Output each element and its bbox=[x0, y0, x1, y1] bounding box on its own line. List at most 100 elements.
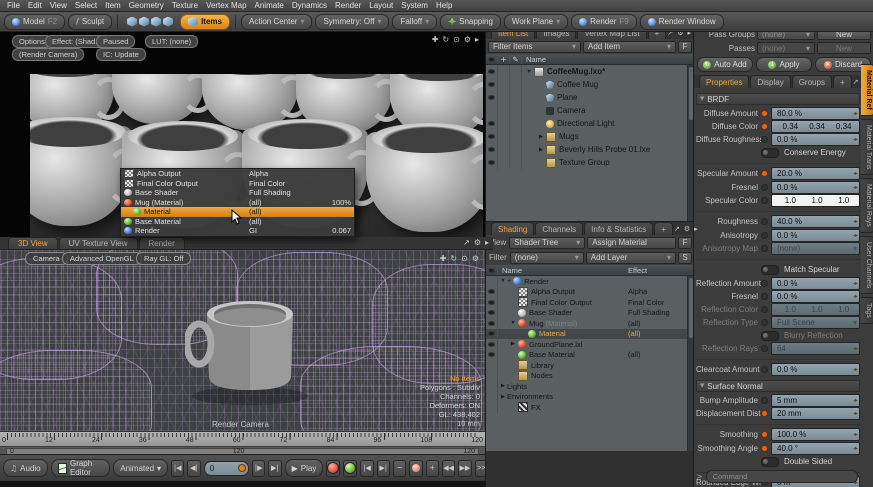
spinner-arrows-icon[interactable]: ◂▸ bbox=[853, 366, 857, 373]
visibility-cell[interactable] bbox=[486, 65, 498, 78]
eye-icon[interactable] bbox=[488, 121, 495, 126]
visibility-cell[interactable] bbox=[486, 318, 498, 329]
slider-field[interactable]: 0.0 %◂▸ bbox=[771, 133, 860, 146]
section-surface-normal[interactable]: ▼Surface Normal bbox=[696, 380, 860, 392]
spinner-arrows-icon[interactable]: ◂▸ bbox=[853, 345, 857, 352]
shader-row[interactable]: Final Color OutputFinal Color bbox=[486, 297, 694, 308]
expand-icon[interactable]: ↗ bbox=[853, 78, 859, 86]
item-row[interactable]: Camera bbox=[486, 104, 694, 117]
action-center-dropdown[interactable]: Action Center ▾ bbox=[241, 14, 312, 30]
graph-editor-button[interactable]: Graph Editor bbox=[51, 459, 111, 477]
spinner-arrows-icon[interactable]: ◂▸ bbox=[853, 293, 857, 300]
visibility-cell[interactable] bbox=[486, 360, 498, 371]
menu-item-layout[interactable]: Layout bbox=[365, 1, 397, 10]
dropdown-field[interactable]: Full Scene bbox=[771, 316, 860, 329]
vertices-mode-icon[interactable] bbox=[127, 17, 137, 27]
shader-row[interactable]: Base Material(all) bbox=[486, 350, 694, 361]
menu-item-system[interactable]: System bbox=[397, 1, 432, 10]
symmetry-dropdown[interactable]: Symmetry: Off ▾ bbox=[315, 14, 389, 30]
tab-shading[interactable]: Shading bbox=[491, 222, 534, 235]
menu-item-animate[interactable]: Animate bbox=[251, 1, 288, 10]
visibility-cell[interactable] bbox=[486, 339, 498, 350]
tab-display[interactable]: Display bbox=[750, 75, 790, 88]
tree-right-arrow[interactable]: ▶ bbox=[537, 134, 545, 140]
channel-state-dot[interactable] bbox=[761, 319, 768, 326]
eye-icon[interactable] bbox=[488, 321, 495, 326]
tree-right-arrow[interactable]: ▶ bbox=[537, 147, 545, 153]
curve-tool-button[interactable]: ~ bbox=[393, 460, 406, 477]
visibility-cell[interactable] bbox=[486, 381, 498, 392]
channel-state-dot[interactable] bbox=[761, 345, 768, 352]
eye-icon[interactable] bbox=[488, 310, 495, 315]
channel-state-dot[interactable] bbox=[761, 366, 768, 373]
tree-right-arrow[interactable]: ▶ bbox=[499, 383, 507, 389]
eye-icon[interactable] bbox=[488, 134, 495, 139]
visibility-cell[interactable] bbox=[486, 297, 498, 308]
rotate-icon[interactable]: ↻ bbox=[450, 254, 457, 263]
visibility-cell[interactable] bbox=[486, 91, 498, 104]
frame-drag-handle[interactable] bbox=[238, 464, 246, 472]
visibility-cell[interactable] bbox=[486, 329, 498, 340]
color-field[interactable]: 0.340.340.34 bbox=[771, 120, 860, 133]
preview-camera-dropdown[interactable]: (Render Camera) bbox=[12, 48, 84, 61]
menu-item-edit[interactable]: Edit bbox=[24, 1, 46, 10]
channel-state-dot[interactable] bbox=[761, 397, 768, 404]
checkbox-double-sided[interactable] bbox=[761, 457, 779, 467]
eye-icon[interactable] bbox=[488, 300, 495, 305]
visibility-cell[interactable] bbox=[486, 308, 498, 319]
pan-icon[interactable]: ✚ bbox=[440, 254, 447, 263]
side-tab-material-trans[interactable]: Material Trans bbox=[861, 119, 873, 175]
slider-field[interactable]: 20 mm◂▸ bbox=[771, 407, 860, 420]
polygons-mode-icon[interactable] bbox=[151, 17, 161, 27]
pan-icon[interactable]: ✚ bbox=[432, 35, 439, 44]
slider-field[interactable]: 0.0 %◂▸ bbox=[771, 181, 860, 194]
falloff-dropdown[interactable]: Falloff ▾ bbox=[392, 14, 437, 30]
channel-state-dot[interactable] bbox=[761, 445, 768, 452]
visibility-cell[interactable] bbox=[486, 78, 498, 91]
panel-arrow-icon[interactable]: ▸ bbox=[475, 35, 479, 44]
slider-field[interactable]: 0.0 %◂▸ bbox=[771, 290, 860, 303]
slider-field[interactable]: 0.0 %◂▸ bbox=[771, 229, 860, 242]
tree-right-arrow[interactable]: ▶ bbox=[509, 341, 517, 347]
eye-icon[interactable] bbox=[488, 82, 495, 87]
current-frame-field[interactable]: 0 bbox=[204, 461, 249, 476]
panel-arrow-icon[interactable]: ▸ bbox=[694, 225, 698, 233]
spinner-arrows-icon[interactable]: ◂▸ bbox=[853, 184, 857, 191]
channel-state-dot[interactable] bbox=[761, 431, 768, 438]
add-item-dropdown[interactable]: Add Item bbox=[583, 41, 676, 53]
slider-field[interactable]: 40.0 °◂▸ bbox=[771, 442, 860, 455]
channel-state-dot[interactable] bbox=[761, 280, 768, 287]
eye-icon[interactable] bbox=[488, 289, 495, 294]
materials-mode-icon[interactable] bbox=[163, 17, 173, 27]
menu-item-dynamics[interactable]: Dynamics bbox=[288, 1, 331, 10]
viewport-shading-dropdown[interactable]: Advanced OpenGL bbox=[62, 252, 142, 265]
channel-state-dot[interactable] bbox=[761, 245, 768, 252]
shading-f-button[interactable]: F bbox=[678, 237, 692, 249]
tab-channels[interactable]: Channels bbox=[535, 222, 583, 235]
eye-icon[interactable] bbox=[488, 160, 495, 165]
checkbox-blurry-reflection[interactable] bbox=[761, 331, 779, 341]
visibility-cell[interactable] bbox=[486, 130, 498, 143]
auto-key-all-button[interactable] bbox=[326, 460, 340, 477]
gear-icon[interactable]: ⚙ bbox=[684, 225, 690, 233]
menu-item-file[interactable]: File bbox=[3, 1, 24, 10]
preview-lut-dropdown[interactable]: LUT: (none) bbox=[145, 35, 198, 48]
spinner-arrows-icon[interactable]: ◂▸ bbox=[853, 397, 857, 404]
channel-state-dot[interactable] bbox=[761, 293, 768, 300]
slider-field[interactable]: 0.0 %◂▸ bbox=[771, 277, 860, 290]
visibility-cell[interactable] bbox=[486, 156, 498, 169]
jump-to-end-button[interactable]: ▶| bbox=[268, 460, 281, 477]
shader-row[interactable]: ▼+Render bbox=[486, 276, 694, 287]
3d-viewport[interactable]: Camera Advanced OpenGL Ray GL: Off ✚ ↻ ⊙… bbox=[0, 250, 485, 431]
color-field[interactable]: 1.01.01.0 bbox=[771, 303, 860, 316]
panel-arrow-icon[interactable]: ▸ bbox=[485, 238, 489, 247]
tree-right-arrow[interactable]: ▶ bbox=[499, 394, 507, 400]
tab-groups[interactable]: Groups bbox=[792, 75, 832, 88]
tab-tab[interactable]: + bbox=[654, 222, 673, 235]
gear-icon[interactable]: ⚙ bbox=[474, 238, 481, 247]
menu-item-vertex-map[interactable]: Vertex Map bbox=[202, 1, 250, 10]
checkbox-conserve-energy[interactable] bbox=[761, 148, 779, 158]
visibility-cell[interactable] bbox=[486, 371, 498, 382]
slider-field[interactable]: 100.0 %◂▸ bbox=[771, 428, 860, 441]
spinner-arrows-icon[interactable]: ◂▸ bbox=[853, 110, 857, 117]
